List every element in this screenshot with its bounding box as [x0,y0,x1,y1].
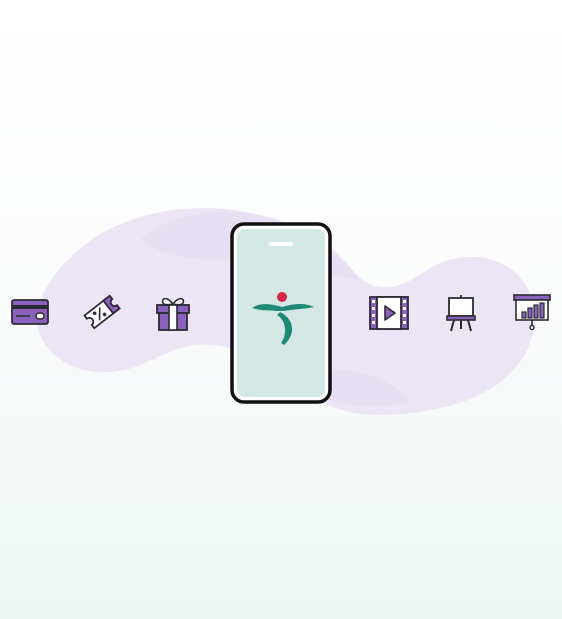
phone-device [230,222,332,404]
presentation-chart-icon [513,294,551,331]
credit-card-icon [11,299,49,325]
gift-box-icon [156,297,190,331]
phone-speaker [269,242,293,246]
discount-coupon-icon [83,294,121,330]
easel-icon [446,295,476,332]
video-play-icon [369,296,409,330]
